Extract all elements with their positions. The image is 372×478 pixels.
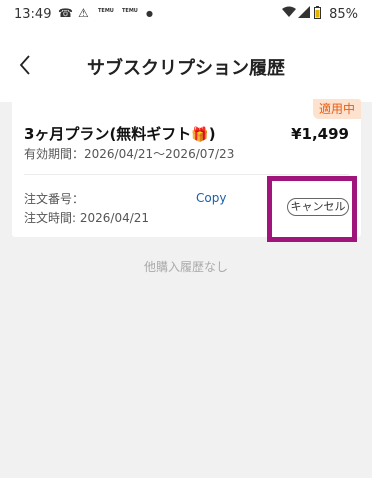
- temu-app-icon: TEMU: [122, 8, 138, 14]
- temu-icon-label: TEMU: [98, 8, 114, 14]
- status-time: 13:49: [14, 7, 52, 22]
- battery-level: 85%: [329, 7, 358, 22]
- signal-icon: [298, 6, 310, 21]
- plan-name-suffix: ): [208, 125, 216, 143]
- warning-icon: ⚠: [78, 6, 89, 20]
- empty-history-message: 他購入履歴なし: [143, 260, 228, 274]
- battery-icon: [314, 6, 321, 22]
- plan-name-text: 3ヶ月プラン(無料ギフト: [24, 125, 192, 143]
- temu-icon-label: TEMU: [122, 8, 138, 14]
- wifi-icon: [282, 6, 296, 21]
- validity-period: 有効期間：2026/04/21〜2026/07/23: [24, 147, 235, 161]
- copy-button[interactable]: Copy: [196, 191, 226, 205]
- cancel-subscription-button[interactable]: キャンセル: [287, 198, 349, 216]
- dot-icon: ●: [146, 9, 153, 18]
- status-bar: 13:49 ☎ ⚠ TEMU TEMU ● 85%: [0, 0, 372, 28]
- status-badge: 適用中: [312, 99, 361, 119]
- divider: [24, 174, 349, 175]
- order-number-label: 注文番号：: [24, 192, 85, 206]
- order-time: 注文時間: 2026/04/21: [24, 211, 150, 225]
- app-header: サブスクリプション履歴: [0, 28, 372, 102]
- plan-price: ¥1,499: [291, 125, 349, 143]
- page-title: サブスクリプション履歴: [87, 58, 285, 79]
- temu-app-icon: TEMU: [98, 8, 114, 14]
- call-icon: ☎: [58, 6, 73, 20]
- subscription-card: 適用中 3ヶ月プラン(無料ギフト🎁) ¥1,499 有効期間：2026/04/2…: [12, 99, 361, 237]
- gift-icon: 🎁: [191, 127, 209, 143]
- plan-name: 3ヶ月プラン(無料ギフト🎁): [24, 123, 216, 144]
